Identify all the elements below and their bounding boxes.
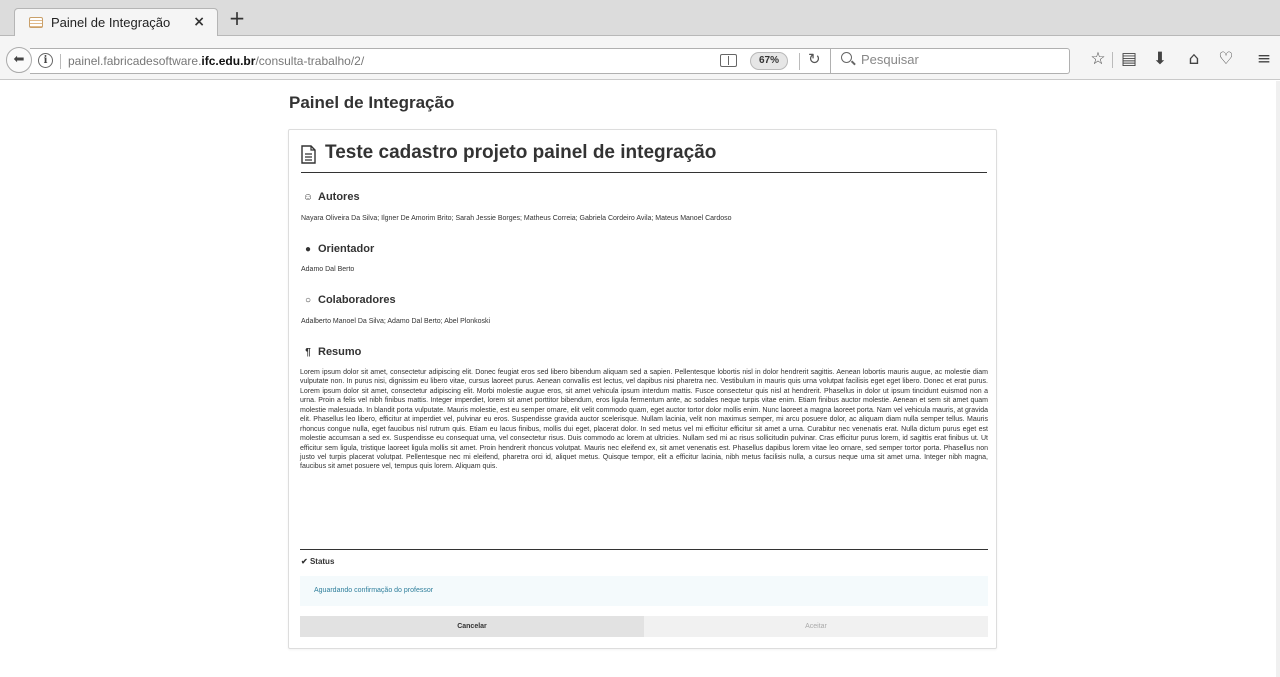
authors-text: Nayara Oliveira Da Silva; Ilgner De Amor… (301, 215, 732, 222)
scrollbar[interactable] (1276, 81, 1280, 677)
search-box[interactable] (830, 48, 1070, 74)
download-icon[interactable]: ⬇ (1148, 47, 1172, 71)
nav-bar: i painel.fabricadesoftware.ifc.edu.br/co… (0, 36, 1280, 80)
back-button[interactable]: ⬅ (6, 47, 32, 73)
tab-bar: Painel de Integração × + (0, 0, 1280, 36)
summary-heading: ¶ Resumo (301, 346, 361, 358)
zoom-level-badge[interactable]: 67% (750, 52, 788, 70)
authors-heading: ☺ Autores (302, 191, 360, 203)
comment-icon: ● (304, 244, 312, 255)
advisor-heading: ● Orientador (301, 243, 374, 255)
home-icon[interactable]: ⌂ (1182, 47, 1206, 71)
favicon-icon (29, 17, 43, 28)
back-icon: ⬅ (13, 52, 25, 67)
new-tab-button[interactable]: + (226, 7, 248, 29)
card-header: Teste cadastro projeto painel de integra… (301, 142, 987, 173)
collaborators-text: Adalberto Manoel Da Silva; Adamo Dal Ber… (301, 318, 491, 325)
comments-icon: ○ (304, 295, 312, 306)
tab-title: Painel de Integração (51, 15, 171, 30)
check-icon: ✔ (301, 557, 308, 566)
page-heading: Painel de Integração (289, 93, 455, 112)
cancel-button[interactable]: Cancelar (300, 616, 644, 637)
collaborators-heading: ○ Colaboradores (301, 294, 396, 306)
reader-icon[interactable] (720, 54, 737, 67)
status-text: Aguardando confirmação do professor (314, 587, 434, 594)
summary-text: Lorem ipsum dolor sit amet, consectetur … (300, 369, 988, 471)
library-icon[interactable]: ▤ (1117, 47, 1141, 71)
url-text[interactable]: painel.fabricadesoftware.ifc.edu.br/cons… (68, 54, 364, 68)
browser-tab[interactable]: Painel de Integração × (14, 8, 218, 36)
accept-button[interactable]: Aceitar (644, 616, 988, 637)
address-bar[interactable]: i painel.fabricadesoftware.ifc.edu.br/co… (30, 48, 1070, 74)
document-icon (301, 145, 316, 164)
close-tab-icon[interactable]: × (193, 14, 205, 30)
url-divider (60, 54, 61, 69)
users-icon: ☺ (302, 192, 314, 203)
status-alert: Aguardando confirmação do professor (300, 576, 988, 606)
menu-icon[interactable]: ≡ (1252, 47, 1276, 71)
toolbar-divider (1112, 52, 1113, 68)
search-input[interactable] (861, 52, 1061, 67)
url-divider (799, 53, 800, 70)
project-card: Teste cadastro projeto painel de integra… (288, 129, 997, 649)
paragraph-icon: ¶ (305, 347, 311, 358)
search-icon (841, 52, 852, 63)
star-icon[interactable]: ☆ (1086, 47, 1110, 71)
divider (300, 549, 988, 550)
advisor-text: Adamo Dal Berto (301, 266, 355, 273)
project-title: Teste cadastro projeto painel de integra… (325, 142, 717, 163)
pocket-icon[interactable]: ♡ (1214, 47, 1238, 71)
reload-icon[interactable]: ↻ (808, 50, 821, 68)
status-heading: ✔ Status (301, 557, 335, 566)
info-icon[interactable]: i (38, 53, 53, 68)
